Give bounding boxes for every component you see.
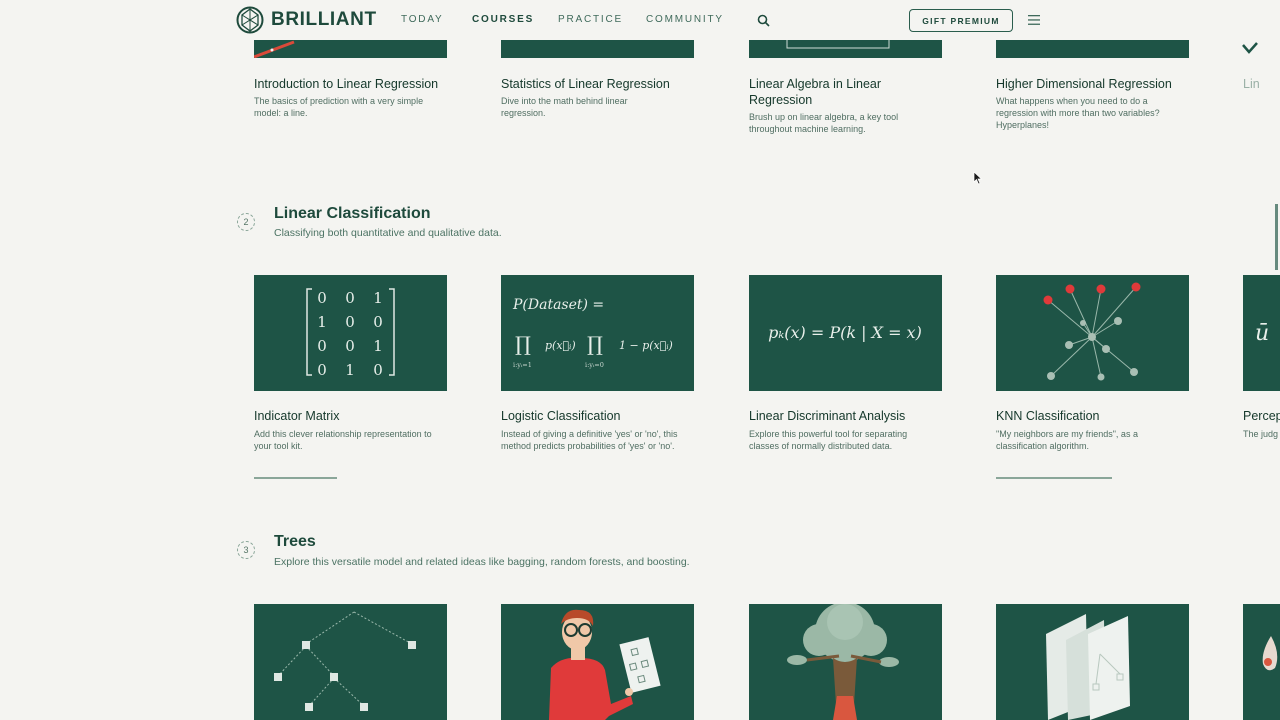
logistic-formula-art: P(Dataset) = ∏ p(x⃗ᵢ) ∏ 1 − p(x⃗ᵢ) i:yᵢ=… [512, 297, 673, 369]
course-title[interactable]: Lin [1243, 76, 1280, 92]
top-navbar: BRILLIANT TODAY COURSES PRACTICE COMMUNI… [0, 0, 1280, 40]
layered-trees-illustration [1046, 614, 1130, 720]
matrix-cell: 1 [373, 289, 383, 307]
course-title[interactable]: Introduction to Linear Regression [254, 76, 454, 92]
section-number-badge: 3 [237, 541, 255, 559]
course-thumbnail[interactable] [501, 40, 694, 58]
section-description: Explore this versatile model and related… [274, 556, 690, 568]
course-thumbnail[interactable] [996, 40, 1189, 58]
matrix-cell: 0 [317, 337, 327, 355]
course-thumbnail-trees-character[interactable] [501, 604, 694, 720]
search-icon[interactable] [757, 14, 770, 27]
course-title[interactable]: Higher Dimensional Regression [996, 76, 1196, 92]
perceptron-art: ū [1255, 321, 1269, 346]
course-progress-bar [996, 477, 1112, 479]
decision-tree-art [274, 611, 416, 711]
course-thumbnail-knn[interactable] [996, 275, 1189, 391]
character-illustration [549, 609, 661, 720]
formula-glyph: ū [1255, 321, 1269, 346]
lda-formula-art: pₖ(x) = P(k | X = x) [768, 323, 922, 342]
course-title[interactable]: Indicator Matrix [254, 408, 444, 424]
course-title[interactable]: KNN Classification [996, 408, 1186, 424]
course-description: Add this clever relationship representat… [254, 429, 432, 451]
formula-line: P(Dataset) = [512, 297, 604, 313]
product-symbol: ∏ [587, 332, 603, 356]
matrix-cell: 0 [345, 313, 355, 331]
course-thumbnail-logistic-classification[interactable]: P(Dataset) = ∏ p(x⃗ᵢ) ∏ 1 − p(x⃗ᵢ) i:yᵢ=… [501, 275, 694, 391]
matrix-cell: 0 [317, 361, 327, 379]
nav-courses[interactable]: COURSES [472, 14, 534, 25]
formula-term: p(x⃗ᵢ) [545, 339, 576, 352]
matrix-cell: 1 [317, 313, 327, 331]
product-symbol: ∏ [515, 332, 531, 356]
course-title[interactable]: Percep [1243, 408, 1280, 424]
matrix-cell: 0 [345, 289, 355, 307]
nav-today[interactable]: TODAY [401, 14, 444, 25]
section-number-badge: 2 [237, 213, 255, 231]
course-thumbnail-boosting[interactable] [1243, 604, 1280, 720]
course-description: Dive into the math behind linear regress… [501, 96, 628, 118]
tree-illustration [787, 604, 899, 720]
indicator-matrix-art: 0 0 11 0 00 0 10 1 0 [306, 288, 395, 379]
course-title[interactable]: Linear Discriminant Analysis [749, 408, 939, 424]
course-title[interactable]: Logistic Classification [501, 408, 691, 424]
course-thumbnail-indicator-matrix[interactable]: 001100001010 [254, 275, 447, 391]
course-description: "My neighbors are my friends", as a clas… [996, 429, 1138, 451]
matrix-cell: 1 [345, 361, 355, 379]
course-description: The judg [1243, 429, 1279, 439]
course-progress-bar [254, 477, 337, 479]
section-title: Trees [274, 533, 316, 550]
formula-subscript: i:yᵢ=0 [585, 361, 604, 369]
course-title[interactable]: Linear Algebra in Linear Regression [749, 76, 909, 108]
course-thumbnail-decision-trees[interactable] [254, 604, 447, 720]
matrix-cell: 0 [317, 289, 327, 307]
formula-term: 1 − p(x⃗ᵢ) [619, 339, 673, 352]
matrix-cell: 1 [373, 337, 383, 355]
course-thumbnail[interactable] [749, 40, 942, 58]
knn-graph-art [1043, 282, 1141, 381]
course-thumbnail-bagging[interactable] [996, 604, 1189, 720]
boosting-illustration [1262, 636, 1278, 671]
course-description: What happens when you need to do a regre… [996, 96, 1160, 130]
nav-practice[interactable]: PRACTICE [558, 14, 623, 25]
nav-community[interactable]: COMMUNITY [646, 14, 724, 25]
brand-logo[interactable]: BRILLIANT [236, 6, 377, 34]
course-description: Explore this powerful tool for separatin… [749, 429, 908, 451]
brilliant-logo-icon [236, 6, 264, 34]
checkmark-icon [1242, 42, 1258, 54]
mouse-cursor-icon [973, 171, 983, 185]
regression-thumbnail-art [254, 40, 295, 58]
course-title[interactable]: Statistics of Linear Regression [501, 76, 701, 92]
matrix-cell: 0 [373, 361, 383, 379]
course-thumbnail-random-forests[interactable] [749, 604, 942, 720]
section-title: Linear Classification [274, 205, 431, 222]
carousel-scroll-indicator[interactable] [1275, 204, 1278, 270]
formula-subscript: i:yᵢ=1 [513, 361, 532, 369]
brand-name: BRILLIANT [271, 9, 377, 30]
matrix-cell: 0 [345, 337, 355, 355]
course-thumbnail-lda[interactable]: pₖ(x) = P(k | X = x) [749, 275, 942, 391]
matrix-cell: 0 [373, 313, 383, 331]
formula-line: pₖ(x) = P(k | X = x) [768, 323, 922, 342]
course-description: Instead of giving a definitive 'yes' or … [501, 429, 678, 451]
gift-premium-button[interactable]: GIFT PREMIUM [909, 9, 1013, 32]
section-description: Classifying both quantitative and qualit… [274, 227, 502, 239]
matrix-thumbnail-art [786, 40, 890, 49]
course-description: Brush up on linear algebra, a key tool t… [749, 112, 899, 134]
course-thumbnail[interactable] [254, 40, 447, 58]
course-thumbnail-perceptron[interactable]: ū [1243, 275, 1280, 391]
menu-icon[interactable] [1028, 15, 1040, 25]
course-description: The basics of prediction with a very sim… [254, 96, 424, 118]
